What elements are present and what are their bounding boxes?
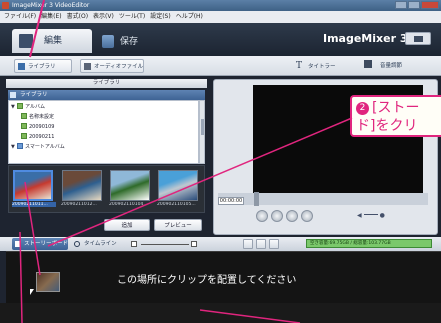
app-icon	[2, 2, 9, 9]
volume-icon	[364, 60, 372, 68]
play-button[interactable]	[271, 210, 283, 222]
menu-tools[interactable]: ツール(T)	[119, 11, 145, 23]
speaker-icon: ◀	[357, 212, 362, 219]
mode-toggle-button[interactable]	[405, 32, 431, 45]
clip-thumbnail[interactable]	[13, 170, 53, 201]
tab-edit[interactable]: 編集	[12, 29, 92, 53]
window-title: ImageMixer 3 VideoEditor	[12, 2, 90, 9]
tree-item-smart-album[interactable]: ▼ スマートアルバム	[11, 143, 65, 152]
library-icon	[18, 63, 25, 70]
volume-level-icon: ●	[379, 212, 385, 219]
annotation-callout: 2 [ストー ド]をクリ	[350, 95, 441, 137]
screen-icon	[414, 36, 423, 42]
smart-album-icon	[17, 143, 23, 149]
edit-icon	[19, 34, 33, 48]
timeline-tab[interactable]: タイムライン	[72, 238, 122, 250]
storyboard-label: ストーリーボード	[24, 241, 69, 247]
menu-file[interactable]: ファイル(F)	[4, 11, 36, 23]
preview-button[interactable]: プレビュー	[154, 219, 202, 231]
folder-icon	[17, 103, 23, 109]
tab-save[interactable]: 保存	[98, 33, 168, 51]
library-button[interactable]: ライブラリ	[14, 59, 72, 73]
tab-save-label: 保存	[120, 37, 139, 47]
menu-edit[interactable]: 編集(E)	[41, 11, 61, 23]
zoom-track[interactable]	[141, 244, 189, 245]
stop-button[interactable]	[286, 210, 298, 222]
zoom-slider[interactable]	[131, 241, 201, 247]
dragged-clip[interactable]	[36, 272, 60, 292]
tree-item[interactable]: 名称未設定	[21, 113, 54, 122]
menu-settings[interactable]: 設定(S)	[150, 11, 171, 23]
menu-view[interactable]: 表示(V)	[93, 11, 114, 23]
tree-item[interactable]: 20090109	[21, 123, 54, 132]
volume-slider[interactable]	[363, 214, 378, 215]
mouse-cursor-icon	[30, 289, 34, 295]
clip-thumbnails: 20090211011... 20090211012... 2009021101…	[8, 165, 205, 213]
clip-thumbnail[interactable]	[62, 170, 102, 201]
timeline-icon	[74, 241, 80, 247]
timeline-label: タイムライン	[84, 241, 117, 247]
audio-file-icon	[84, 63, 91, 70]
text-icon: T	[296, 61, 303, 71]
zoom-in-icon[interactable]	[191, 241, 197, 247]
tree-scrollbar[interactable]	[199, 100, 205, 164]
seek-bar[interactable]	[218, 192, 428, 206]
library-tab-icon	[10, 92, 16, 98]
zoom-out-icon[interactable]	[131, 241, 137, 247]
disk-space-meter: 空き容量:69.75GB / 総容量:103.77GB	[306, 239, 432, 248]
add-button[interactable]: 追加	[104, 219, 150, 231]
forward-button[interactable]	[301, 210, 313, 222]
audio-file-button[interactable]: オーディオファイル	[80, 59, 144, 73]
callout-line-1: [ストー	[372, 100, 420, 116]
volume-control[interactable]: ◀ ●	[357, 212, 397, 220]
clip-thumbnail[interactable]	[110, 170, 150, 201]
album-tree: ▼ アルバム 名称未設定 20090109 20090211 ▼ スマートアルバム	[8, 100, 199, 164]
scroll-thumb[interactable]	[201, 119, 204, 135]
split-button[interactable]	[243, 239, 253, 249]
step-number: 2	[356, 102, 369, 115]
clip-label: 200902110105...	[157, 202, 196, 207]
library-button-label: ライブラリ	[28, 64, 56, 70]
folder-icon	[21, 113, 27, 119]
menu-bar: ファイル(F) 編集(E) 書式(O) 表示(V) ツール(T) 設定(S) ヘ…	[0, 11, 441, 23]
timecode: 00:00:00	[218, 197, 244, 205]
tab-edit-label: 編集	[44, 36, 63, 46]
audio-file-button-label: オーディオファイル	[94, 64, 144, 70]
seek-handle[interactable]	[254, 192, 259, 206]
titler-button[interactable]: T タイトラー	[296, 59, 346, 73]
clip-thumbnail[interactable]	[158, 170, 198, 201]
volume-adjust-button[interactable]: 音量調節	[364, 59, 430, 73]
clip-label: 20090211012...	[61, 202, 97, 207]
storyboard-icon	[15, 241, 21, 247]
tree-item[interactable]: 20090211	[21, 133, 54, 142]
effect-button[interactable]	[256, 239, 266, 249]
clip-label: 200902110104...	[109, 202, 148, 207]
menu-format[interactable]: 書式(O)	[67, 11, 88, 23]
title-bar: ImageMixer 3 VideoEditor	[0, 0, 441, 11]
bottom-strip	[0, 303, 441, 323]
titler-label: タイトラー	[308, 64, 336, 70]
library-panel-header: ライブラリ	[6, 79, 207, 88]
library-tab-label: ライブラリ	[20, 92, 48, 98]
storyboard-tab[interactable]: ストーリーボード	[12, 238, 68, 250]
window-controls	[395, 1, 439, 9]
callout-line-2: ド]をクリ	[356, 118, 418, 134]
volume-adjust-label: 音量調節	[380, 63, 403, 69]
save-icon	[102, 35, 114, 48]
library-tab[interactable]: ライブラリ	[8, 90, 205, 100]
delete-button[interactable]	[269, 239, 279, 249]
drop-message: この場所にクリップを配置してください	[117, 275, 297, 286]
clip-label: 20090211011...	[12, 202, 56, 207]
maximize-button[interactable]	[408, 1, 420, 9]
close-button[interactable]	[421, 1, 439, 9]
folder-icon	[21, 123, 27, 129]
minimize-button[interactable]	[395, 1, 407, 9]
menu-help[interactable]: ヘルプ(H)	[176, 11, 203, 23]
rewind-button[interactable]	[256, 210, 268, 222]
tree-item-album[interactable]: ▼ アルバム	[11, 103, 45, 112]
folder-icon	[21, 133, 27, 139]
